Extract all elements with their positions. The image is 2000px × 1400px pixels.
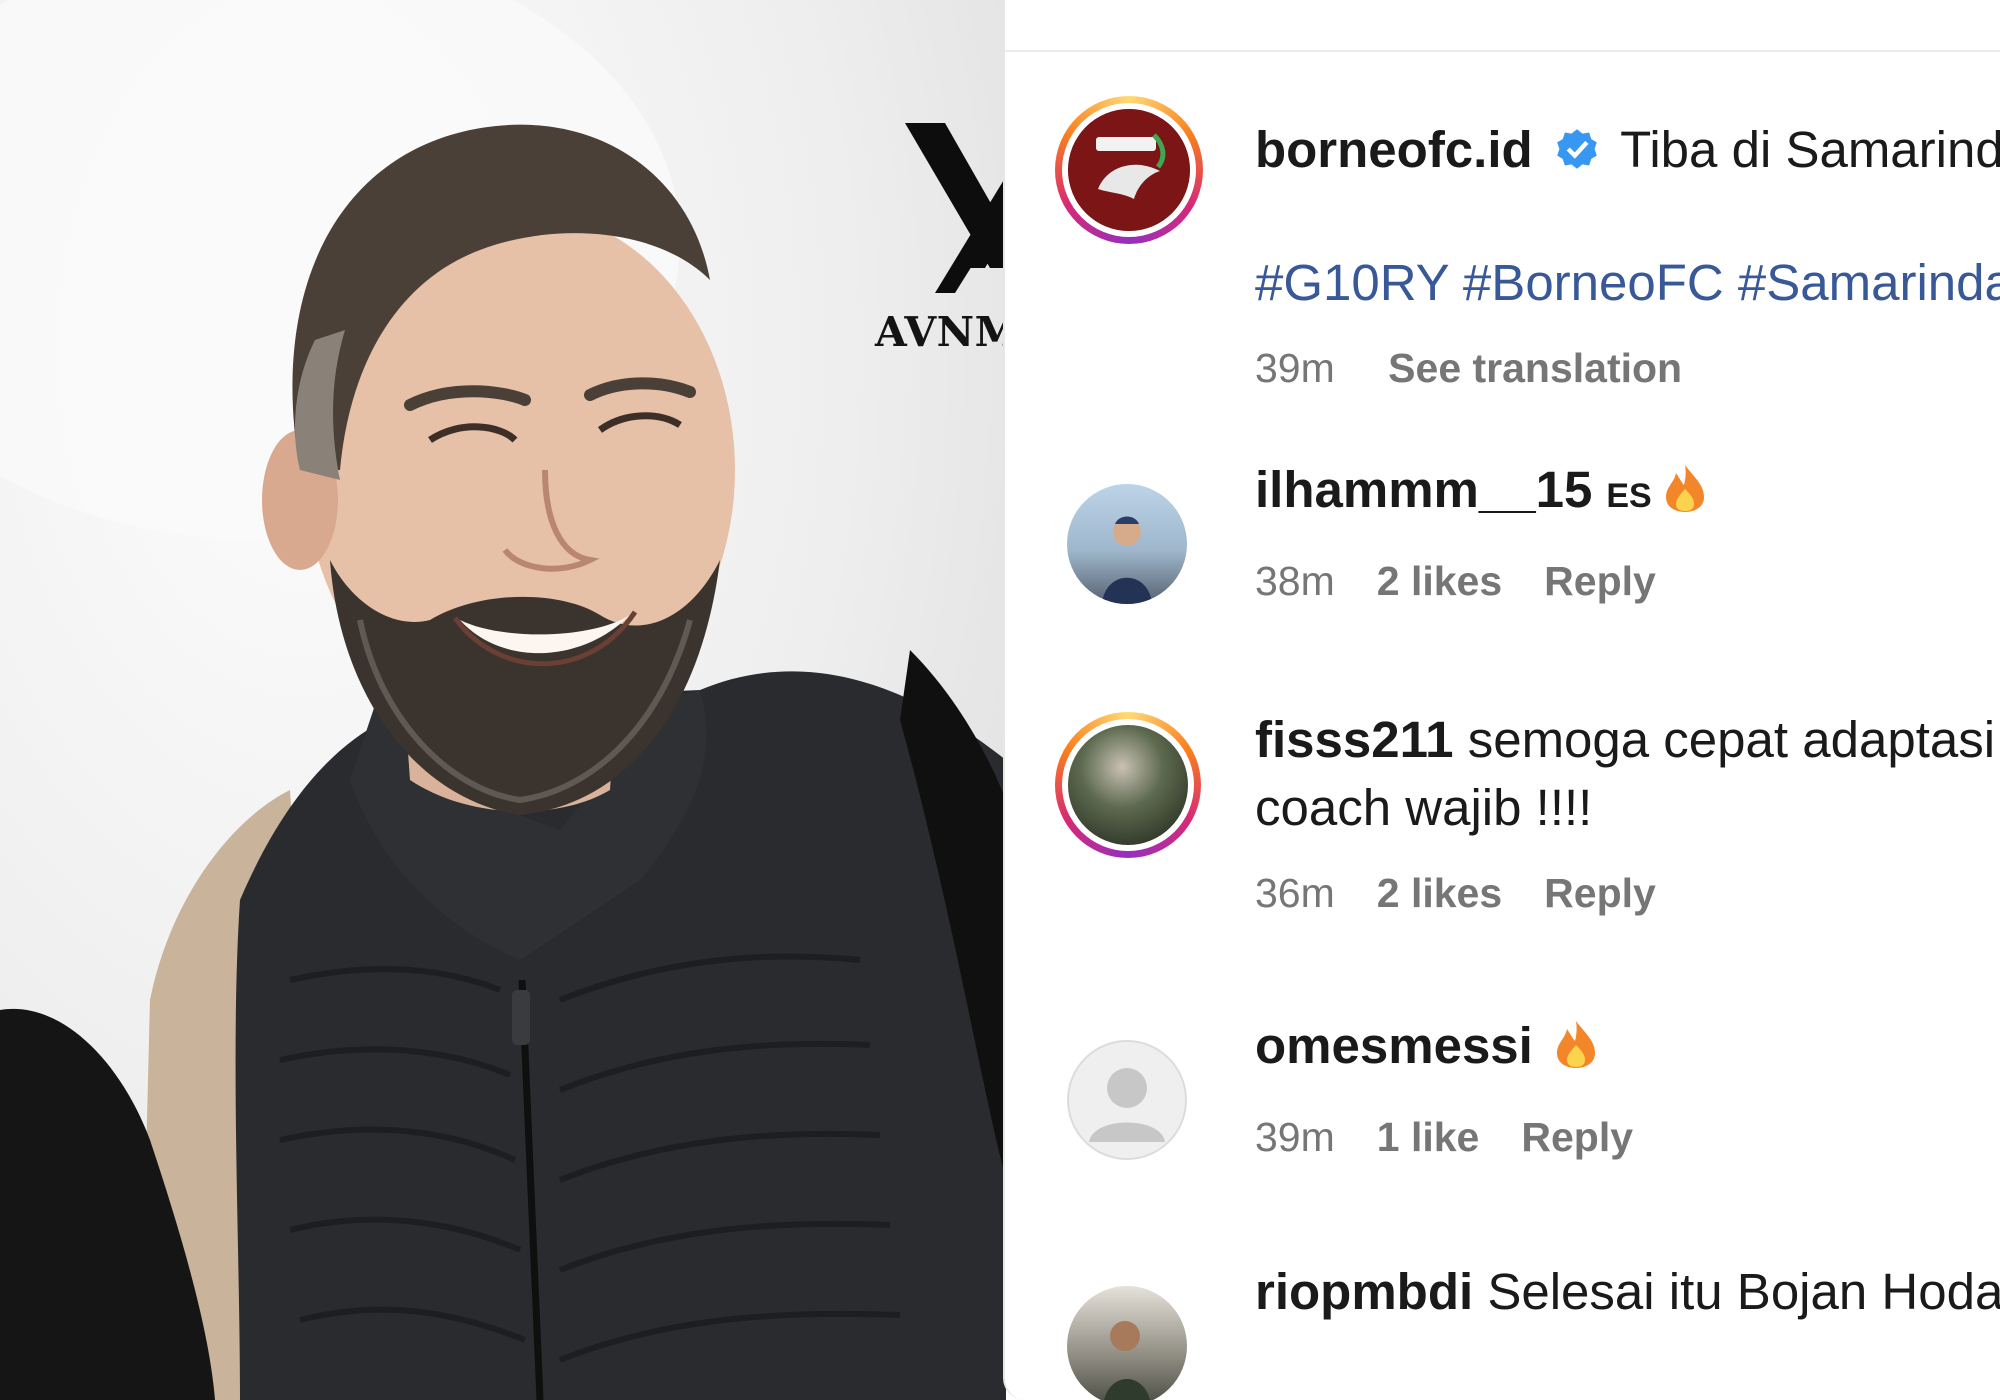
comment-avatar-omesmessi[interactable]	[1067, 1040, 1187, 1160]
comment-text: semoga cepat adaptasi c	[1467, 711, 2000, 768]
reply-button[interactable]: Reply	[1521, 1114, 1633, 1160]
comment-riopmbdi: riopmbdi Selesai itu Bojan Hodak	[1255, 1262, 2000, 1321]
borneo-fc-logo-icon	[1068, 109, 1190, 231]
comment-avatar-riopmbdi[interactable]	[1067, 1286, 1187, 1400]
comment-text: Selesai itu Bojan Hodak	[1487, 1263, 2000, 1320]
user-photo-icon	[1102, 516, 1152, 604]
verified-badge-icon	[1555, 124, 1599, 183]
comment-username[interactable]: ilhammm__15	[1255, 461, 1592, 518]
post-caption: borneofc.id Tiba di Samarinda	[1255, 120, 2000, 183]
see-translation-link[interactable]: See translation	[1388, 345, 1682, 391]
comment-time: 38m	[1255, 558, 1335, 604]
post-hashtags[interactable]: #G10RY #BorneoFC #Samarinda	[1255, 253, 2000, 312]
comment-username[interactable]: riopmbdi	[1255, 1263, 1473, 1320]
comment-likes[interactable]: 1 like	[1377, 1114, 1480, 1160]
post-time: 39m	[1255, 345, 1335, 391]
language-tag: ES	[1606, 477, 1652, 515]
comment-time: 36m	[1255, 870, 1335, 916]
man-portrait-illustration	[0, 0, 1006, 1400]
borneofc-avatar[interactable]	[1055, 96, 1203, 244]
post-username[interactable]: borneofc.id	[1255, 121, 1533, 178]
comment-username[interactable]: omesmessi	[1255, 1017, 1533, 1074]
fire-icon	[1555, 1019, 1597, 1081]
reply-button[interactable]: Reply	[1544, 870, 1656, 916]
reply-button[interactable]: Reply	[1544, 558, 1656, 604]
post-meta: 39m See translation	[1255, 345, 1724, 392]
comment-avatar-fisss211[interactable]	[1055, 712, 1201, 858]
user-photo-icon	[1104, 1321, 1150, 1400]
post-caption-text: Tiba di Samarinda	[1620, 121, 2000, 178]
comment-time: 39m	[1255, 1114, 1335, 1160]
comment-likes[interactable]: 2 likes	[1377, 558, 1502, 604]
comment-meta: 36m 2 likes Reply	[1255, 870, 1698, 917]
fire-icon	[1664, 463, 1706, 525]
previous-header-strip	[1005, 0, 2000, 52]
comment-meta: 38m 2 likes Reply	[1255, 558, 1698, 605]
comment-username[interactable]: fisss211	[1255, 711, 1454, 768]
comments-panel[interactable]: borneofc.id Tiba di Samarinda #G10RY #Bo…	[1003, 0, 2000, 1400]
comment-avatar-ilhammm[interactable]	[1067, 484, 1187, 604]
comment-ilhammm: ilhammm__15 ES	[1255, 460, 1706, 525]
post-photo	[0, 0, 1006, 1400]
comment-meta: 39m 1 like Reply	[1255, 1114, 1675, 1161]
comment-omesmessi: omesmessi	[1255, 1016, 1597, 1081]
comment-text-line2: coach wajib !!!!	[1255, 779, 1593, 836]
default-user-icon	[1089, 1068, 1165, 1142]
comment-fisss211: fisss211 semoga cepat adaptasi c	[1255, 710, 2000, 769]
comment-likes[interactable]: 2 likes	[1377, 870, 1502, 916]
